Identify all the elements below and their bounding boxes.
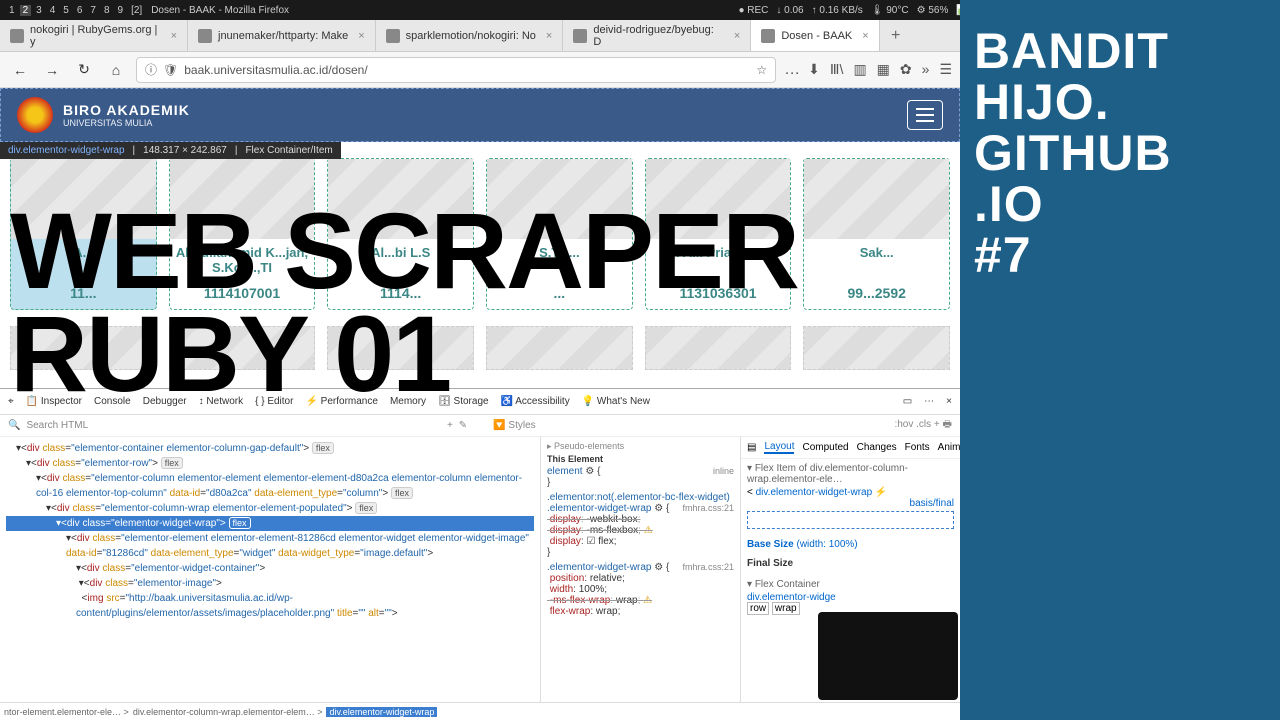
temp: 🌡 90°C bbox=[871, 5, 909, 16]
tab[interactable]: deivid-rodriguez/byebug: D× bbox=[563, 20, 751, 51]
more-icon[interactable]: ⋯ bbox=[924, 396, 934, 407]
favicon-icon bbox=[198, 29, 212, 43]
forward-button[interactable]: → bbox=[40, 62, 64, 78]
card-highlighted[interactable]: A...11... bbox=[10, 158, 157, 310]
rules-icon[interactable]: ▤ bbox=[747, 442, 756, 453]
layout-panel[interactable]: ▤ Layout Computed Changes Fonts Animat ▾… bbox=[740, 437, 960, 702]
close-icon[interactable]: × bbox=[862, 30, 868, 42]
favicon-icon bbox=[386, 29, 400, 43]
webcam-keyboard bbox=[818, 612, 958, 700]
back-button[interactable]: ← bbox=[8, 62, 32, 78]
window-title: Dosen - BAAK - Mozilla Firefox bbox=[151, 5, 289, 16]
card[interactable]: Abdullahamid K...jan, S.Kom.,TI111410700… bbox=[169, 158, 316, 310]
styles-panel[interactable]: ▸ Pseudo-elements This Element element ⚙… bbox=[540, 437, 740, 702]
reload-button[interactable]: ↻ bbox=[72, 61, 96, 78]
card-row-2 bbox=[0, 326, 960, 370]
responsive-icon[interactable]: ▭ bbox=[903, 396, 912, 407]
site-header: BIRO AKADEMIK UNIVERSITAS MULIA bbox=[0, 88, 960, 142]
favicon-icon bbox=[761, 29, 775, 43]
page-viewport: BIRO AKADEMIK UNIVERSITAS MULIA div.elem… bbox=[0, 88, 960, 388]
sidebar-icon[interactable]: ▥ bbox=[853, 61, 866, 78]
site-logo-icon bbox=[17, 97, 53, 133]
home-button[interactable]: ⌂ bbox=[104, 62, 128, 78]
card[interactable]: Sak...99...2592 bbox=[803, 158, 950, 310]
pick-element-icon[interactable]: ⌖ bbox=[8, 396, 14, 407]
video-title-banner: BANDIT HIJO. GITHUB .IO #7 bbox=[960, 0, 1280, 720]
tab-inspector[interactable]: 📋 Inspector bbox=[26, 396, 82, 407]
close-icon[interactable]: × bbox=[734, 30, 740, 42]
hamburger-button[interactable] bbox=[907, 100, 943, 130]
tab[interactable]: jnunemaker/httparty: Make× bbox=[188, 20, 376, 51]
net-up: ↑ 0.16 KB/s bbox=[812, 5, 863, 16]
extensions-icon[interactable]: ▦ bbox=[877, 61, 890, 78]
dom-breadcrumbs[interactable]: ntor-element.elementor-ele… > div.elemen… bbox=[0, 702, 960, 720]
card[interactable]: Dr. A... Priadi, ...H.1131036301 bbox=[645, 158, 792, 310]
tab[interactable]: sparklemotion/nokogiri: No× bbox=[376, 20, 564, 51]
devtools-tabbar[interactable]: ⌖ 📋 Inspector Console Debugger ↕ Network… bbox=[0, 389, 960, 415]
devtools-searchbar[interactable]: 🔍Search HTML +✎ 🔽 Styles :hov .cls + 🖶 bbox=[0, 415, 960, 437]
favicon-icon bbox=[573, 29, 587, 43]
net-down: ↓ 0.06 bbox=[776, 5, 803, 16]
close-icon[interactable]: × bbox=[546, 30, 552, 42]
menu-icon[interactable]: ☰ bbox=[939, 61, 952, 78]
library-icon[interactable]: Ⅲ\ bbox=[830, 61, 844, 78]
devtools: ⌖ 📋 Inspector Console Debugger ↕ Network… bbox=[0, 388, 960, 720]
bookmark-star-icon[interactable]: ☆ bbox=[756, 63, 767, 77]
workspace-list[interactable]: 123456789[2] bbox=[6, 5, 145, 16]
favicon-icon bbox=[10, 29, 24, 43]
inspector-tooltip: div.elementor-widget-wrap |148.317 × 242… bbox=[0, 142, 341, 159]
dom-tree[interactable]: ▾<div class="elementor-container element… bbox=[0, 437, 540, 702]
info-icon[interactable]: ⓘ bbox=[145, 61, 157, 78]
close-devtools-icon[interactable]: × bbox=[946, 396, 952, 407]
card[interactable]: Al...bi L.S1114... bbox=[327, 158, 474, 310]
url-input[interactable]: ⓘ 🛡 baak.universitasmulia.ac.id/dosen/ ☆ bbox=[136, 57, 776, 83]
shield-icon[interactable]: 🛡 bbox=[163, 63, 178, 77]
card-row: A...11... Abdullahamid K...jan, S.Kom.,T… bbox=[0, 142, 960, 326]
close-icon[interactable]: × bbox=[171, 30, 177, 42]
rec-indicator: ● REC bbox=[738, 5, 768, 16]
url-toolbar: ← → ↻ ⌂ ⓘ 🛡 baak.universitasmulia.ac.id/… bbox=[0, 52, 960, 88]
card[interactable]: S.T., ...... bbox=[486, 158, 633, 310]
puzzle-icon[interactable]: ✿ bbox=[900, 61, 912, 78]
tab-active[interactable]: Dosen - BAAK× bbox=[751, 20, 879, 51]
browser-tabstrip: nokogiri | RubyGems.org | y× jnunemaker/… bbox=[0, 20, 960, 52]
download-icon[interactable]: ⬇ bbox=[808, 61, 820, 78]
tab[interactable]: nokogiri | RubyGems.org | y× bbox=[0, 20, 188, 51]
new-tab-button[interactable]: + bbox=[880, 20, 912, 51]
site-title: BIRO AKADEMIK UNIVERSITAS MULIA bbox=[63, 102, 190, 128]
close-icon[interactable]: × bbox=[358, 30, 364, 42]
overflow-icon[interactable]: » bbox=[922, 61, 930, 78]
